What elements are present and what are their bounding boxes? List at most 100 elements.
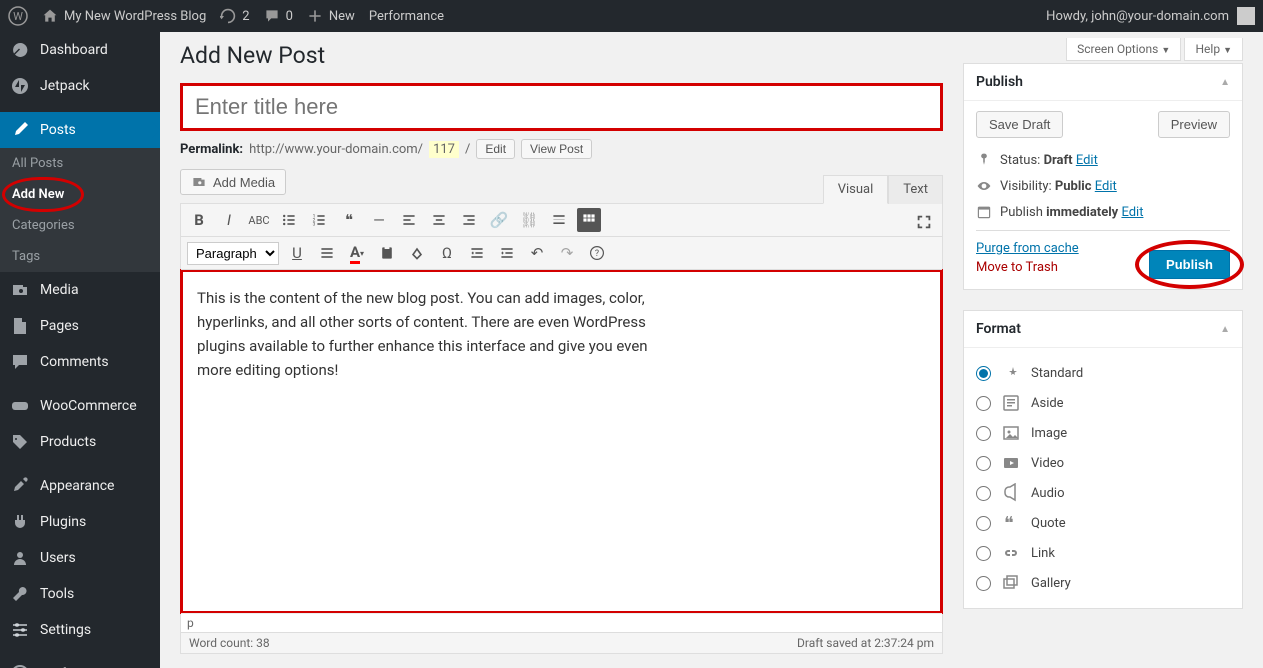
format-select[interactable]: Paragraph [187, 242, 279, 265]
format-option-image[interactable]: Image [976, 418, 1230, 448]
sidebar-tags[interactable]: Tags [0, 241, 160, 272]
publish-button[interactable]: Publish [1149, 250, 1230, 279]
editor-tab-text[interactable]: Text [888, 175, 943, 204]
strike-icon[interactable]: ABC [247, 208, 271, 232]
ol-icon[interactable]: 123 [307, 208, 331, 232]
edit-visibility-link[interactable]: Edit [1095, 179, 1117, 194]
editor-tab-visual[interactable]: Visual [823, 175, 889, 204]
sidebar-media[interactable]: Media [0, 272, 160, 308]
toggle-icon[interactable]: ▲ [1220, 324, 1230, 335]
format-option-link[interactable]: Link [976, 538, 1230, 568]
underline-icon[interactable]: U [285, 241, 309, 265]
toolbar-toggle-icon[interactable] [577, 208, 601, 232]
permalink-edit-button[interactable]: Edit [476, 139, 515, 159]
publish-title: Publish [976, 74, 1023, 90]
clear-format-icon[interactable] [405, 241, 429, 265]
view-post-button[interactable]: View Post [521, 139, 592, 159]
sidebar-add-new[interactable]: Add New [0, 179, 160, 210]
hr-icon[interactable]: — [367, 208, 391, 232]
sidebar-categories[interactable]: Categories [0, 210, 160, 241]
performance-link[interactable]: Performance [369, 9, 444, 24]
avatar[interactable] [1237, 7, 1255, 25]
format-option-video[interactable]: Video [976, 448, 1230, 478]
format-radio[interactable] [976, 486, 991, 501]
pin-icon [976, 152, 992, 168]
link-icon[interactable]: 🔗 [487, 208, 511, 232]
sidebar-jetpack[interactable]: Jetpack [0, 68, 160, 104]
link-icon [1001, 543, 1021, 563]
page-title: Add New Post [180, 42, 943, 69]
sidebar-woocommerce[interactable]: WooCommerce [0, 388, 160, 424]
site-name: My New WordPress Blog [64, 9, 206, 24]
fullscreen-icon[interactable] [912, 210, 936, 234]
screen-options-tab[interactable]: Screen Options▼ [1066, 38, 1181, 61]
sidebar-comments[interactable]: Comments [0, 344, 160, 380]
more-icon[interactable] [547, 208, 571, 232]
format-option-quote[interactable]: ❝Quote [976, 508, 1230, 538]
format-radio[interactable] [976, 456, 991, 471]
outdent-icon[interactable] [465, 241, 489, 265]
undo-icon[interactable]: ↶ [525, 241, 549, 265]
sidebar-posts[interactable]: Posts [0, 112, 160, 148]
sidebar-dashboard[interactable]: Dashboard [0, 32, 160, 68]
align-center-icon[interactable] [427, 208, 451, 232]
format-box: Format▲ StandardAsideImageVideoAudio❝Quo… [963, 310, 1243, 609]
quote-icon[interactable]: ❝ [337, 208, 361, 232]
sidebar-appearance[interactable]: Appearance [0, 468, 160, 504]
textcolor-icon[interactable]: A▾ [345, 241, 369, 265]
updates-link[interactable]: 2 [220, 8, 249, 24]
howdy-text[interactable]: Howdy, john@your-domain.com [1046, 9, 1229, 24]
help-tab[interactable]: Help▼ [1184, 38, 1243, 61]
edit-schedule-link[interactable]: Edit [1121, 205, 1143, 220]
format-radio[interactable] [976, 516, 991, 531]
new-label: New [329, 9, 355, 24]
svg-text:W: W [13, 10, 23, 23]
format-radio[interactable] [976, 396, 991, 411]
bold-icon[interactable]: B [187, 208, 211, 232]
indent-icon[interactable] [495, 241, 519, 265]
redo-icon[interactable]: ↷ [555, 241, 579, 265]
unlink-icon[interactable]: ⛓ [517, 208, 541, 232]
add-media-button[interactable]: Add Media [180, 169, 286, 195]
new-link[interactable]: New [307, 8, 355, 24]
eye-icon [976, 178, 992, 194]
sidebar-pages[interactable]: Pages [0, 308, 160, 344]
post-title-input[interactable] [180, 83, 943, 131]
align-left-icon[interactable] [397, 208, 421, 232]
post-content-editor[interactable]: This is the content of the new blog post… [180, 269, 943, 614]
comments-link[interactable]: 0 [264, 8, 293, 24]
aside-icon [1001, 393, 1021, 413]
format-option-standard[interactable]: Standard [976, 358, 1230, 388]
format-radio[interactable] [976, 576, 991, 591]
paste-text-icon[interactable] [375, 241, 399, 265]
purge-cache-link[interactable]: Purge from cache [976, 241, 1079, 256]
toggle-icon[interactable]: ▲ [1220, 77, 1230, 88]
format-radio[interactable] [976, 426, 991, 441]
sidebar-users[interactable]: Users [0, 540, 160, 576]
wp-logo-icon[interactable]: W [8, 6, 28, 26]
help-icon[interactable]: ? [585, 241, 609, 265]
format-radio[interactable] [976, 366, 991, 381]
special-char-icon[interactable]: Ω [435, 241, 459, 265]
sidebar-performance[interactable]: Performance [0, 656, 160, 668]
sidebar-all-posts[interactable]: All Posts [0, 148, 160, 179]
format-option-aside[interactable]: Aside [976, 388, 1230, 418]
sidebar-settings[interactable]: Settings [0, 612, 160, 648]
updates-count: 2 [242, 9, 249, 24]
edit-status-link[interactable]: Edit [1076, 153, 1098, 168]
align-right-icon[interactable] [457, 208, 481, 232]
save-draft-button[interactable]: Save Draft [976, 111, 1063, 138]
justify-icon[interactable] [315, 241, 339, 265]
sidebar-tools[interactable]: Tools [0, 576, 160, 612]
permalink-label: Permalink: [180, 142, 243, 157]
ul-icon[interactable] [277, 208, 301, 232]
sidebar-plugins[interactable]: Plugins [0, 504, 160, 540]
format-option-audio[interactable]: Audio [976, 478, 1230, 508]
preview-button[interactable]: Preview [1158, 111, 1230, 138]
format-option-gallery[interactable]: Gallery [976, 568, 1230, 598]
sidebar-products[interactable]: Products [0, 424, 160, 460]
move-to-trash-link[interactable]: Move to Trash [976, 260, 1079, 275]
site-name-link[interactable]: My New WordPress Blog [42, 8, 206, 24]
format-radio[interactable] [976, 546, 991, 561]
italic-icon[interactable]: I [217, 208, 241, 232]
